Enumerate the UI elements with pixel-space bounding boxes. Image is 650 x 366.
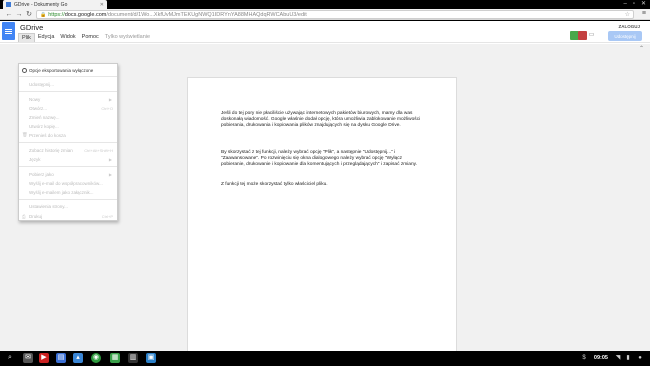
submenu-arrow-icon: ▶	[108, 171, 112, 177]
menu-divider	[19, 199, 117, 200]
extension-red-icon[interactable]	[578, 31, 587, 40]
wifi-icon[interactable]: ◥	[614, 353, 622, 363]
menu-item-label: Przenieś do kosza	[29, 132, 66, 138]
menu-item-page-setup[interactable]: Ustawienia strony...	[19, 202, 117, 210]
menu-item-open[interactable]: Otwórz... Ctrl+O	[19, 104, 117, 112]
menu-item-label: Nowy	[29, 96, 41, 102]
url-path: /document/d/1Wo...XkfUvMJmTEKUgNWQ1IDRYn…	[106, 11, 307, 18]
menu-item-label: Udostępnij...	[29, 81, 55, 87]
reload-icon[interactable]: ↻	[24, 10, 34, 19]
menu-item-export-disabled[interactable]: Opcje eksportowania wyłączone	[19, 66, 117, 74]
menu-item-label: Zmień nazwę...	[29, 114, 60, 120]
gmail-icon[interactable]: ✉	[23, 353, 33, 363]
paragraph: Z funkcji tej może skorzystać tylko właś…	[221, 182, 328, 187]
docs-logo-icon[interactable]	[2, 22, 15, 40]
menu-help[interactable]: Pomoc	[79, 33, 102, 42]
browser-tab[interactable]: GDrive - Dokumenty Go ✕	[3, 0, 107, 9]
menu-item-label: Drukuj	[29, 213, 43, 219]
collapse-header-icon[interactable]: ⌃	[639, 45, 644, 52]
menu-shortcut: Ctrl+O	[101, 105, 113, 111]
browser-toolbar: ← → ↻ 🔒 https:// docs.google.com /docume…	[0, 9, 650, 20]
avatar[interactable]: ●	[636, 353, 644, 363]
menu-item-new[interactable]: Nowy ▶	[19, 95, 117, 103]
back-icon[interactable]: ←	[4, 10, 14, 19]
menu-item-rename[interactable]: Zmień nazwę...	[19, 113, 117, 121]
youtube-icon[interactable]: ▶	[39, 353, 49, 363]
share-button[interactable]: Udostępnij	[608, 31, 642, 41]
docs-header: GDrive Plik Edycja Widok Pomoc Tylko wyś…	[0, 21, 650, 43]
document-title[interactable]: GDrive	[20, 23, 43, 32]
menu-item-label: Wyślij e-mailem jako załącznik...	[29, 189, 94, 195]
trash-icon: 🗑	[22, 132, 28, 137]
clock[interactable]: 09:05	[594, 355, 608, 361]
docs-favicon-icon	[6, 2, 11, 7]
sheets-app-icon[interactable]: ▦	[110, 353, 120, 363]
bookmark-star-icon[interactable]: ☆	[625, 11, 630, 19]
file-menu-dropdown: Opcje eksportowania wyłączone Udostępnij…	[18, 63, 118, 221]
menu-shortcut: Ctrl+Alt+Shift+H	[84, 147, 113, 153]
menu-item-email-attachment[interactable]: Wyślij e-mailem jako załącznik...	[19, 188, 117, 196]
menu-item-label: Utwórz kopię...	[29, 123, 59, 129]
document-page[interactable]: Jeśli do tej pory nie płaciliście używaj…	[187, 77, 457, 366]
menu-divider	[19, 91, 117, 92]
tab-title: GDrive - Dokumenty Go	[14, 1, 68, 8]
menu-item-make-copy[interactable]: Utwórz kopię...	[19, 122, 117, 130]
lock-icon: 🔒	[40, 11, 47, 18]
menu-divider	[19, 76, 117, 77]
os-taskbar: ⌕ ✉ ▶ ▤ ▴ ◉ ▦ ▥ ▣ $ 09:05 ◥ ▮ ●	[0, 351, 650, 366]
menu-view[interactable]: Widok	[57, 33, 78, 42]
account-icon[interactable]: $	[580, 353, 588, 363]
docs-app-icon[interactable]: ▤	[56, 353, 66, 363]
menu-item-label: Język	[29, 156, 41, 162]
close-window-icon[interactable]: ✕	[641, 0, 646, 8]
menu-item-revision-history[interactable]: Zobacz historię zmian Ctrl+Alt+Shift+H	[19, 146, 117, 154]
launcher-search-icon[interactable]: ⌕	[5, 353, 15, 363]
info-icon	[22, 67, 27, 73]
store-app-icon[interactable]: ▣	[146, 353, 156, 363]
share-label: Udostępnij	[614, 33, 636, 39]
menu-item-share[interactable]: Udostępnij...	[19, 80, 117, 88]
menu-item-print[interactable]: ⎙ Drukuj Ctrl+P	[19, 212, 117, 220]
drive-app-icon[interactable]: ▴	[73, 353, 83, 363]
comments-icon[interactable]: ▭	[587, 31, 596, 40]
window-controls: – ▫ ✕	[623, 0, 646, 8]
paragraph: By skorzystać z tej funkcji, należy wybr…	[221, 150, 417, 168]
minimize-icon[interactable]: –	[623, 0, 626, 8]
chrome-icon[interactable]: ◉	[91, 353, 101, 363]
close-tab-icon[interactable]: ✕	[100, 2, 104, 8]
menu-item-label: Wyślij e-mail do współpracowników...	[29, 180, 103, 186]
battery-icon[interactable]: ▮	[624, 353, 632, 363]
menu-shortcut: Ctrl+P	[101, 213, 113, 219]
menu-item-download-as[interactable]: Pobierz jako ▶	[19, 170, 117, 178]
menu-item-label: Ustawienia strony...	[29, 203, 68, 209]
menu-item-label: Otwórz...	[29, 105, 48, 111]
menu-file[interactable]: Plik	[18, 33, 35, 42]
url-scheme: https://	[48, 11, 65, 18]
browser-menu-icon[interactable]: ≡	[642, 10, 646, 17]
url-host: docs.google.com	[64, 11, 107, 18]
docs-app: GDrive Plik Edycja Widok Pomoc Tylko wyś…	[0, 21, 650, 366]
menu-divider	[19, 166, 117, 167]
submenu-arrow-icon: ▶	[108, 156, 112, 162]
menu-divider	[19, 142, 117, 143]
menu-item-label: Zobacz historię zmian	[29, 147, 73, 153]
menu-item-language[interactable]: Język ▶	[19, 155, 117, 163]
print-icon: ⎙	[22, 213, 26, 219]
paragraph: Jeśli do tej pory nie płaciliście używaj…	[221, 111, 421, 129]
menu-item-label: Opcje eksportowania wyłączone	[29, 67, 94, 73]
browser-tabbar: GDrive - Dokumenty Go ✕ – ▫ ✕	[0, 0, 650, 9]
maximize-icon[interactable]: ▫	[633, 0, 635, 8]
menu-item-email-collaborators[interactable]: Wyślij e-mail do współpracowników...	[19, 179, 117, 187]
menu-item-trash[interactable]: 🗑 Przenieś do kosza	[19, 131, 117, 139]
menu-edit[interactable]: Edycja	[35, 33, 58, 42]
view-only-hint: Tylko wyświetlanie	[104, 34, 151, 40]
menu-item-label: Pobierz jako	[29, 171, 54, 177]
signin-link[interactable]: ZALOGUJ	[618, 24, 640, 29]
address-bar[interactable]: 🔒 https:// docs.google.com /document/d/1…	[36, 10, 634, 19]
submenu-arrow-icon: ▶	[108, 96, 112, 102]
forward-icon[interactable]: →	[14, 10, 24, 19]
stats-app-icon[interactable]: ▥	[128, 353, 138, 363]
menubar: Plik Edycja Widok Pomoc Tylko wyświetlan…	[18, 33, 153, 42]
